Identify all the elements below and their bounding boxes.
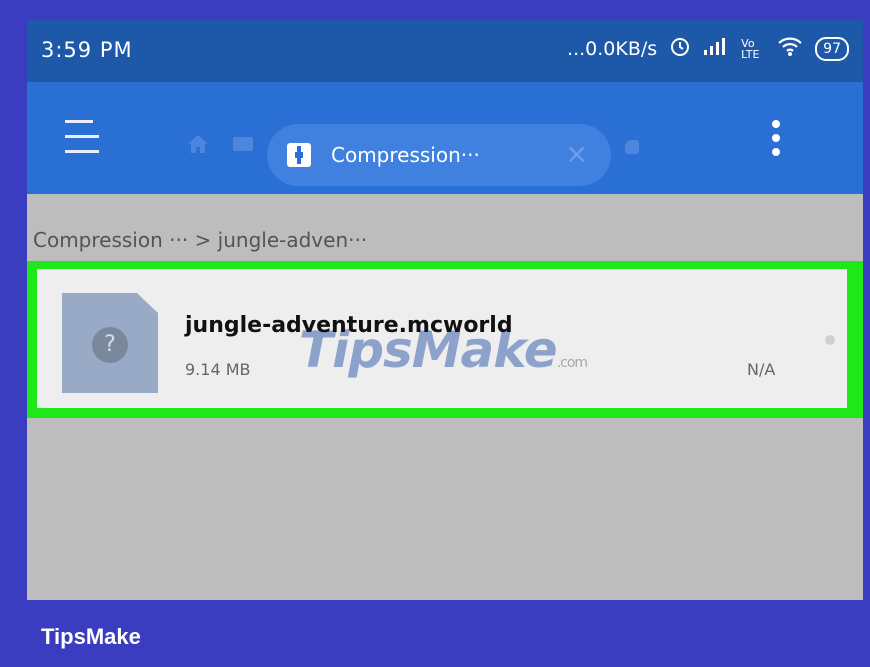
status-time: 3:59 PM: [41, 38, 133, 62]
file-name: jungle-adventure.mcworld: [185, 313, 513, 338]
breadcrumb[interactable]: Compression ··· > jungle-adven···: [33, 228, 367, 252]
unknown-file-icon: ?: [62, 293, 158, 393]
toolbar: Compression··· ×: [27, 82, 863, 194]
wifi-icon: [777, 35, 803, 62]
signal-icon: [703, 36, 729, 61]
network-speed: ...0.0KB/s: [567, 37, 658, 60]
tab-switch-icon[interactable]: [233, 137, 253, 151]
question-icon: ?: [92, 327, 128, 363]
tab-compression[interactable]: Compression··· ×: [267, 124, 611, 186]
battery-icon: 97: [815, 36, 849, 61]
file-row[interactable]: ? TipsMake.com jungle-adventure.mcworld …: [37, 269, 847, 408]
brand-logo: TipsMake: [41, 624, 141, 649]
app-screen: 3:59 PM ...0.0KB/s Vo LTE 97 Compression…: [27, 20, 863, 600]
status-icons: ...0.0KB/s Vo LTE 97: [567, 35, 849, 62]
menu-icon[interactable]: [65, 120, 99, 154]
tab-label: Compression···: [331, 143, 480, 167]
selection-highlight: ? TipsMake.com jungle-adventure.mcworld …: [27, 261, 863, 418]
alarm-icon: [669, 35, 691, 62]
archive-icon: [287, 143, 311, 167]
select-indicator[interactable]: [825, 335, 835, 345]
home-icon[interactable]: [187, 134, 209, 158]
window-icon[interactable]: [625, 140, 639, 154]
close-icon[interactable]: ×: [565, 137, 588, 170]
file-size: 9.14 MB: [185, 360, 251, 379]
more-options-icon[interactable]: [772, 120, 782, 162]
status-bar: 3:59 PM ...0.0KB/s Vo LTE 97: [27, 20, 863, 82]
file-date: N/A: [747, 360, 776, 379]
volte-icon: Vo LTE: [741, 36, 760, 61]
